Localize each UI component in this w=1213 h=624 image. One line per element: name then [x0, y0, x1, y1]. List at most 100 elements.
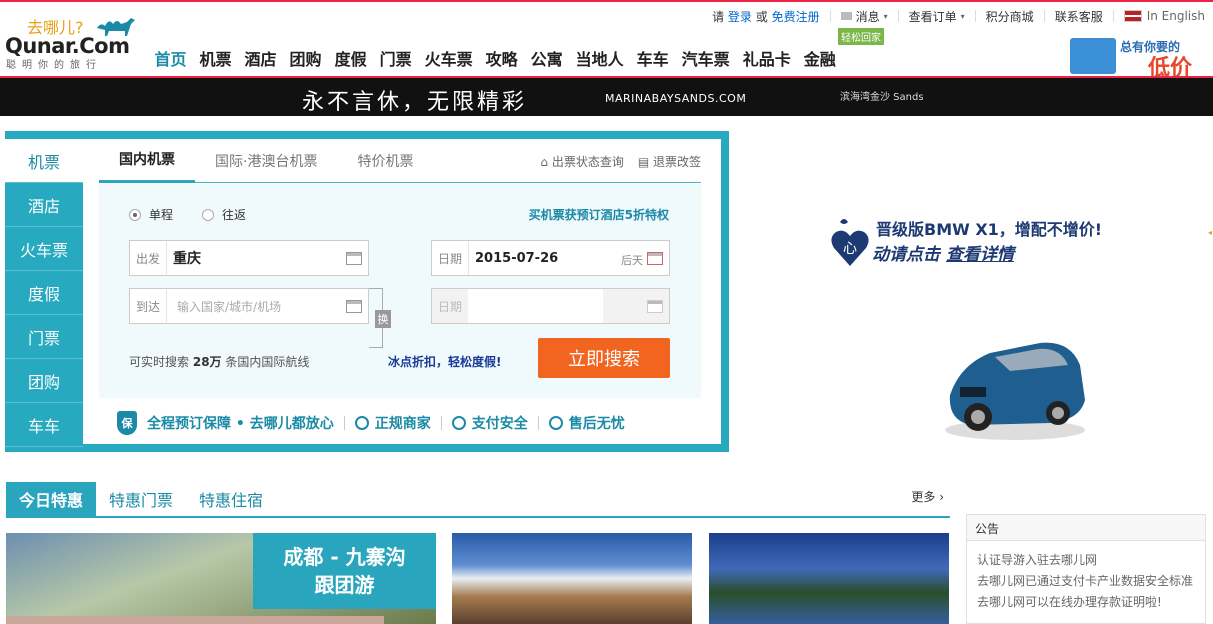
points-mall-link[interactable]: 积分商城	[986, 8, 1034, 25]
divider	[1043, 10, 1045, 22]
deal-card-lake[interactable]	[709, 533, 949, 624]
date-relative: 后天	[621, 254, 643, 267]
nav-badge: 轻松回家	[838, 28, 884, 45]
round-trip-radio[interactable]: 往返	[202, 206, 246, 223]
vacation-discount-link[interactable]: 冰点折扣，轻松度假!	[388, 353, 501, 370]
app-promo-ad[interactable]: 总有你要的 低价	[1064, 36, 1209, 81]
or-text: 或	[755, 9, 768, 24]
ticket-status-link[interactable]: ⌂ 出票状态查询	[540, 153, 623, 170]
nav-hotels[interactable]: 酒店	[238, 46, 283, 70]
calendar-icon	[647, 300, 663, 313]
notice-item[interactable]: 认证导游入驻去哪儿网	[977, 550, 1195, 571]
bmw-details-link[interactable]: 查看详情	[946, 245, 1014, 265]
support-icon	[548, 416, 563, 430]
hotel-discount-link[interactable]: 买机票获预订酒店5折特权	[529, 206, 669, 223]
departure-value: 重庆	[173, 251, 202, 267]
side-tab-trains[interactable]: 火车票	[5, 227, 83, 271]
divider	[974, 10, 976, 22]
side-tab-hotels[interactable]: 酒店	[5, 183, 83, 227]
deal-card-mountain-lake[interactable]	[452, 533, 692, 624]
tab-today-deals[interactable]: 今日特惠	[6, 482, 97, 516]
return-date-field: 日期	[431, 288, 670, 324]
search-box: 机票 酒店 火车票 度假 门票 团购 车车 国内机票 国际·港澳台机票 特价机票…	[5, 131, 729, 452]
verified-icon	[354, 416, 369, 430]
swap-cities-button[interactable]: 换	[375, 310, 391, 328]
nav-trains[interactable]: 火车票	[418, 46, 479, 70]
tab-international[interactable]: 国际·港澳台机票	[195, 139, 337, 183]
nav-giftcard[interactable]: 礼品卡	[736, 46, 797, 70]
nav-cars[interactable]: 车车	[630, 46, 675, 70]
bmw-ad[interactable]: 心 晋级版BMW X1，增配不增价! 动请点击 查看详情	[826, 212, 1126, 282]
language-link[interactable]: In English	[1123, 9, 1205, 23]
logo-en: Qunar.Com	[5, 34, 130, 58]
shield-icon: 保	[117, 411, 137, 435]
calendar-icon[interactable]	[647, 252, 663, 265]
mail-icon	[840, 12, 852, 20]
uk-flag-icon	[1123, 10, 1142, 22]
register-link[interactable]: 免费注册	[772, 8, 820, 25]
depart-date-value: 2015-07-26	[475, 250, 559, 266]
banner-brand-logo: 滨海湾金沙 Sands	[840, 92, 924, 103]
bmw-car-image[interactable]	[940, 325, 1090, 445]
tab-domestic[interactable]: 国内机票	[99, 139, 195, 183]
bmw-ad-headline: 晋级版BMW X1，增配不增价!	[876, 220, 1103, 239]
product-side-tabs: 机票 酒店 火车票 度假 门票 团购 车车	[5, 139, 83, 447]
route-count-text: 可实时搜索 28万 条国内国际航线	[129, 355, 310, 369]
city-list-icon[interactable]	[346, 252, 362, 265]
nav-finance[interactable]: 金融	[797, 46, 842, 70]
arrival-field[interactable]: 到达 输入国家/城市/机场	[129, 288, 369, 324]
search-button[interactable]: 立即搜索	[538, 338, 670, 378]
tab-special[interactable]: 特价机票	[337, 139, 433, 183]
side-tab-flights[interactable]: 机票	[5, 139, 83, 183]
orders-label: 查看订单	[908, 9, 957, 24]
nav-locals[interactable]: 当地人	[569, 46, 630, 70]
login-link[interactable]: 登录	[728, 8, 752, 25]
guarantee-payment[interactable]: 支付安全	[472, 413, 528, 433]
departure-field[interactable]: 出发 重庆	[129, 240, 369, 276]
city-list-icon[interactable]	[346, 300, 362, 313]
refund-change-link[interactable]: ▤ 退票改签	[638, 153, 701, 170]
qunar-logo[interactable]: 去哪儿? Qunar.Com 聪明你的旅行	[5, 14, 155, 71]
tab-hotel-deals[interactable]: 特惠住宿	[186, 482, 276, 516]
side-tab-groupbuy[interactable]: 团购	[5, 359, 83, 403]
side-tab-cars[interactable]: 车车	[5, 403, 83, 447]
depart-date-field[interactable]: 日期 2015-07-26 后天	[431, 240, 670, 276]
guarantee-merchant[interactable]: 正规商家	[375, 413, 431, 433]
guarantee-main[interactable]: 全程预订保障 • 去哪儿都放心	[147, 413, 334, 433]
nav-bus[interactable]: 汽车票	[675, 46, 736, 70]
customer-service-link[interactable]: 联系客服	[1055, 8, 1103, 25]
nav-tickets[interactable]: 门票	[373, 46, 418, 70]
notice-panel: 公告 认证导游入驻去哪儿网 去哪儿网已通过支付卡产业数据安全标准 去哪儿网可以在…	[966, 514, 1206, 624]
language-label: In English	[1146, 9, 1205, 23]
flight-service-links: ⌂ 出票状态查询 ▤ 退票改签	[540, 153, 701, 170]
divider	[897, 10, 899, 22]
chevron-down-icon: ▾	[960, 11, 965, 21]
logo-slogan: 聪明你的旅行	[6, 60, 102, 71]
side-tab-vacation[interactable]: 度假	[5, 271, 83, 315]
deal-caption: 成都 - 九寨沟 跟团游	[253, 533, 436, 609]
nav-apartments[interactable]: 公寓	[524, 46, 569, 70]
notice-item[interactable]: 去哪儿网可以在线办理存款证明啦!	[977, 592, 1195, 613]
deal-card-chengdu[interactable]: 成都 - 九寨沟 跟团游	[6, 533, 436, 624]
one-way-radio[interactable]: 单程	[129, 206, 173, 223]
tab-ticket-deals[interactable]: 特惠门票	[96, 482, 186, 516]
nav-guides[interactable]: 攻略	[479, 46, 524, 70]
divider	[1112, 10, 1114, 22]
scroll-bar[interactable]	[6, 616, 384, 624]
top-banner-ad[interactable]: 永不言休，无限精彩 MARINABAYSANDS.COM 滨海湾金沙 Sands	[0, 76, 1213, 116]
bmw-ad-cta: 动请点击 查看详情	[872, 245, 1014, 265]
chevron-down-icon: ▾	[883, 11, 888, 21]
orders-menu[interactable]: 查看订单 ▾	[909, 8, 965, 25]
nav-vacation[interactable]: 度假	[328, 46, 373, 70]
nav-flights[interactable]: 机票	[193, 46, 238, 70]
side-tab-tickets[interactable]: 门票	[5, 315, 83, 359]
phone-icon	[1070, 38, 1116, 74]
messages-menu[interactable]: 消息 ▾	[840, 8, 888, 25]
guarantee-aftersale[interactable]: 售后无忧	[569, 413, 625, 433]
nav-home[interactable]: 首页	[148, 46, 193, 70]
svg-text:心: 心	[843, 241, 857, 257]
more-deals-link[interactable]: 更多 ›	[911, 488, 944, 505]
banner-url: MARINABAYSANDS.COM	[605, 92, 747, 105]
notice-item[interactable]: 去哪儿网已通过支付卡产业数据安全标准	[977, 571, 1195, 592]
nav-groupbuy[interactable]: 团购	[283, 46, 328, 70]
